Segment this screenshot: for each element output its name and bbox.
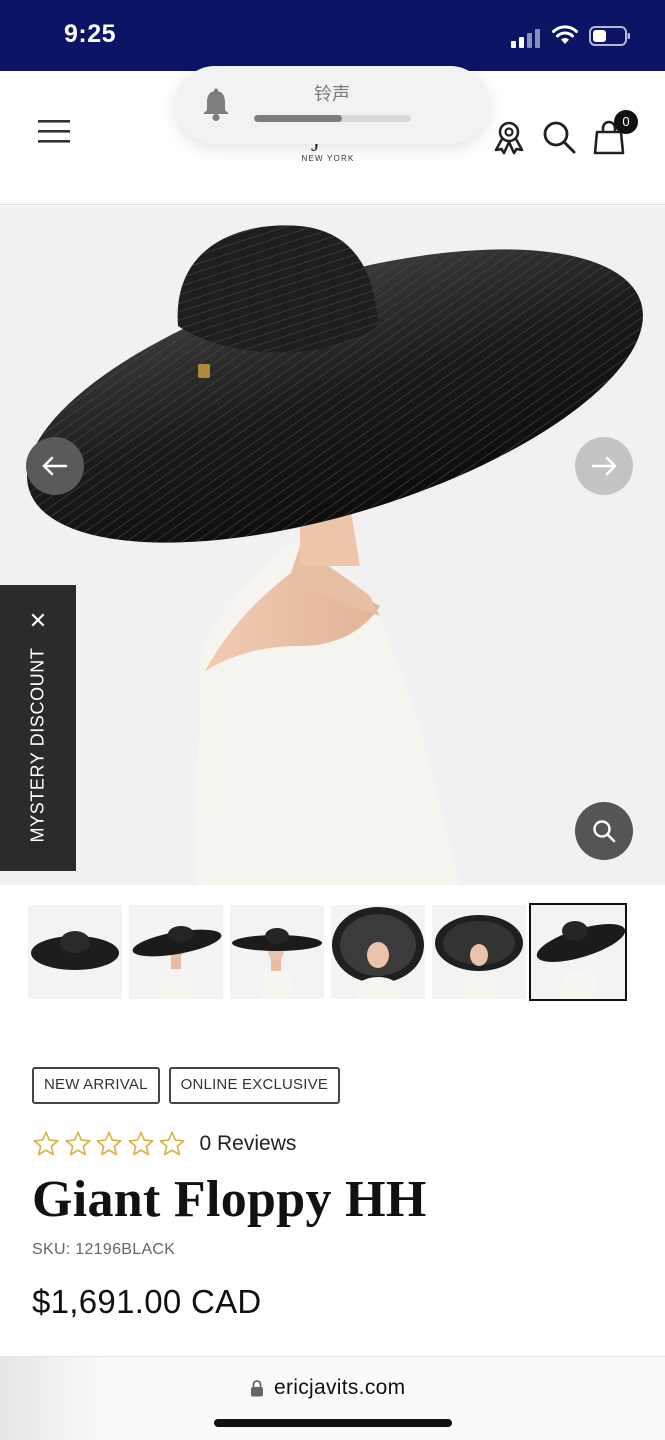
mystery-discount-label[interactable]: MYSTERY DISCOUNT [28, 648, 49, 843]
battery-icon [589, 26, 630, 46]
product-image-gallery[interactable] [0, 206, 665, 885]
ringer-volume-track [254, 115, 411, 122]
magnifier-icon [593, 820, 616, 843]
logo-subtitle[interactable]: NEW YORK [290, 154, 366, 163]
status-time: 9:25 [64, 20, 117, 48]
cellular-signal-icon [511, 29, 540, 48]
hamburger-menu-icon[interactable] [36, 117, 72, 145]
status-bar: 9:25 [0, 0, 665, 71]
browser-url-bar[interactable]: ericjavits.com [0, 1356, 665, 1440]
thumbnail-3[interactable] [230, 905, 324, 999]
rating-stars [32, 1130, 190, 1158]
star-icon [65, 1131, 90, 1156]
product-sku: SKU: 12196BLACK [32, 1241, 176, 1258]
ringer-volume-hud: 铃声 [176, 66, 489, 144]
arrow-right-icon [591, 456, 617, 476]
thumbnail-image [331, 905, 425, 999]
star-icon [33, 1131, 59, 1156]
reviews-link[interactable]: 0 Reviews [200, 1132, 297, 1156]
arrow-left-icon [42, 456, 68, 476]
product-rating[interactable]: 0 Reviews [32, 1128, 296, 1160]
thumbnail-6[interactable] [529, 903, 627, 1001]
thumbnail-image [129, 905, 223, 999]
search-icon[interactable] [541, 119, 577, 155]
thumbnail-image [432, 905, 526, 999]
thumbnail-2[interactable] [129, 905, 223, 999]
product-title: Giant Floppy HH [32, 1171, 427, 1228]
close-icon[interactable]: ✕ [26, 609, 50, 633]
bell-icon [203, 88, 229, 121]
product-hero-image [0, 206, 665, 885]
rewards-ribbon-icon[interactable] [491, 119, 527, 155]
ringer-volume-fill [254, 115, 342, 122]
cart-count-badge[interactable]: 0 [614, 110, 638, 134]
thumbnail-image [531, 905, 625, 999]
gallery-prev-button[interactable] [26, 437, 84, 495]
badge-online-exclusive: ONLINE EXCLUSIVE [168, 1067, 341, 1104]
url-bar-fade [0, 1357, 110, 1440]
home-indicator[interactable] [214, 1419, 452, 1427]
badge-new-arrival: NEW ARRIVAL [32, 1067, 160, 1104]
product-price: $1,691.00 CAD [32, 1283, 262, 1320]
thumbnail-image [230, 905, 324, 999]
mystery-discount-tab[interactable]: ✕ MYSTERY DISCOUNT [0, 585, 76, 871]
thumbnail-strip [28, 903, 628, 1001]
thumbnail-4[interactable] [331, 905, 425, 999]
star-icon [96, 1131, 122, 1156]
zoom-image-button[interactable] [575, 802, 633, 860]
lock-icon [251, 1380, 263, 1397]
thumbnail-5[interactable] [432, 905, 526, 999]
product-badges: NEW ARRIVAL ONLINE EXCLUSIVE [32, 1067, 341, 1104]
ringer-label: 铃声 [314, 84, 350, 104]
url-text[interactable]: ericjavits.com [274, 1376, 405, 1400]
thumbnail-image [28, 905, 122, 999]
thumbnail-1[interactable] [28, 905, 122, 999]
star-icon [128, 1131, 153, 1156]
gallery-next-button[interactable] [575, 437, 633, 495]
star-icon [159, 1131, 185, 1156]
wifi-icon [552, 25, 578, 44]
